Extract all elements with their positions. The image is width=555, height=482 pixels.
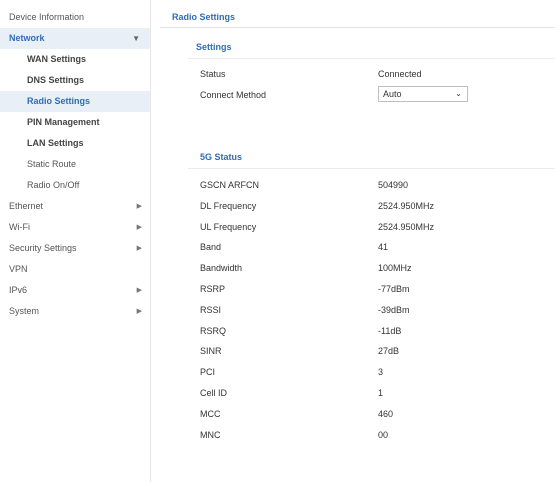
- connect-method-value: Auto: [383, 89, 402, 99]
- row-label: MNC: [200, 429, 221, 440]
- table-row: SINR 27dB: [200, 343, 555, 359]
- row-label: GSCN ARFCN: [200, 180, 260, 190]
- sidebar-item-label: DNS Settings: [27, 75, 85, 85]
- status-label: Status: [200, 69, 226, 79]
- sidebar-item-wifi[interactable]: Wi-Fi ▶: [0, 217, 150, 238]
- sidebar-item-device-information[interactable]: Device Information: [0, 7, 150, 28]
- row-label: Band: [200, 242, 222, 253]
- chevron-right-icon: ▶: [136, 245, 142, 252]
- chevron-right-icon: ▶: [136, 287, 142, 294]
- divider: [188, 168, 555, 169]
- status-value: Connected: [378, 69, 422, 79]
- chevron-right-icon: ▶: [136, 308, 142, 315]
- chevron-right-icon: ▶: [136, 224, 142, 231]
- table-row: RSRP -77dBm: [200, 281, 555, 297]
- sidebar-item-label: Device Information: [9, 12, 85, 22]
- row-label: RSRP: [200, 284, 226, 294]
- divider: [160, 27, 555, 28]
- row-value: 1: [378, 388, 384, 398]
- connect-method-label: Connect Method: [200, 90, 267, 100]
- sidebar-item-radio-settings[interactable]: Radio Settings: [0, 91, 150, 112]
- sidebar-item-label: LAN Settings: [27, 138, 84, 148]
- sidebar-item-system[interactable]: System ▶: [0, 301, 150, 322]
- sidebar-item-wan-settings[interactable]: WAN Settings: [0, 49, 150, 70]
- row-value: 41: [378, 242, 389, 253]
- row-value: 00: [378, 429, 389, 440]
- table-row: GSCN ARFCN 504990: [200, 177, 555, 193]
- row-value: 3: [378, 367, 384, 378]
- row-value: 2524.950MHz: [378, 221, 435, 232]
- sidebar-item-network[interactable]: Network ▼: [0, 28, 150, 49]
- sidebar-item-label: PIN Management: [27, 117, 100, 127]
- connect-method-select[interactable]: Auto ⌄: [378, 86, 468, 102]
- row-label: MCC: [200, 408, 221, 419]
- sidebar-item-label: IPv6: [9, 285, 28, 295]
- sidebar-item-label: Radio On/Off: [27, 180, 80, 190]
- chevron-right-icon: ▶: [136, 203, 142, 210]
- sidebar-item-label: System: [9, 306, 40, 316]
- main-content: Radio Settings Settings Status Connected…: [160, 0, 555, 482]
- sidebar-item-radio-on-off[interactable]: Radio On/Off: [0, 175, 150, 196]
- row-label: SINR: [200, 346, 222, 357]
- sidebar-item-vpn[interactable]: VPN: [0, 259, 150, 280]
- sidebar: Device Information Network ▼ WAN Settings…: [0, 0, 151, 482]
- divider: [188, 58, 555, 59]
- row-value: 100MHz: [378, 263, 412, 274]
- chevron-down-icon: ▼: [132, 34, 140, 43]
- table-row: RSSI -39dBm: [200, 302, 555, 318]
- page-title: Radio Settings: [172, 12, 236, 22]
- table-row: UL Frequency 2524.950MHz: [200, 219, 555, 235]
- row-value: -11dB: [378, 325, 402, 336]
- sidebar-item-label: Ethernet: [9, 201, 44, 211]
- table-row: Bandwidth 100MHz: [200, 260, 555, 276]
- sidebar-item-label: Static Route: [27, 159, 77, 169]
- row-value: 460: [378, 408, 394, 419]
- row-label: PCI: [200, 367, 216, 378]
- table-row: MCC 460: [200, 406, 555, 422]
- table-row: DL Frequency 2524.950MHz: [200, 198, 555, 214]
- sidebar-item-label: VPN: [9, 264, 28, 274]
- table-row: Band 41: [200, 239, 555, 255]
- sidebar-item-ipv6[interactable]: IPv6 ▶: [0, 280, 150, 301]
- sidebar-item-ethernet[interactable]: Ethernet ▶: [0, 196, 150, 217]
- row-label: UL Frequency: [200, 221, 257, 232]
- row-label: RSRQ: [200, 325, 227, 336]
- status-row: Status Connected: [200, 66, 555, 82]
- row-value: 2524.950MHz: [378, 200, 435, 211]
- sidebar-item-label: WAN Settings: [27, 54, 87, 64]
- settings-section-title: Settings: [196, 42, 232, 52]
- table-row: RSRQ -11dB: [200, 323, 555, 339]
- row-value: 27dB: [378, 346, 400, 357]
- row-value: 504990: [378, 180, 409, 190]
- connect-method-row: Connect Method Auto ⌄: [200, 86, 555, 103]
- row-value: -77dBm: [378, 284, 410, 294]
- table-row: MNC 00: [200, 427, 555, 443]
- chevron-down-icon: ⌄: [455, 89, 462, 98]
- row-value: -39dBm: [378, 304, 410, 315]
- sidebar-item-label: Radio Settings: [27, 96, 91, 106]
- sidebar-item-security-settings[interactable]: Security Settings ▶: [0, 238, 150, 259]
- row-label: RSSI: [200, 304, 222, 315]
- sidebar-item-label: Security Settings: [9, 243, 77, 253]
- sidebar-item-lan-settings[interactable]: LAN Settings: [0, 133, 150, 154]
- sidebar-item-pin-management[interactable]: PIN Management: [0, 112, 150, 133]
- row-label: Bandwidth: [200, 263, 243, 274]
- row-label: DL Frequency: [200, 200, 257, 211]
- sidebar-item-label: Network: [9, 33, 45, 43]
- 5g-status-section-title: 5G Status: [200, 152, 243, 162]
- table-row: PCI 3: [200, 364, 555, 380]
- table-row: Cell ID 1: [200, 385, 555, 401]
- sidebar-item-static-route[interactable]: Static Route: [0, 154, 150, 175]
- sidebar-item-dns-settings[interactable]: DNS Settings: [0, 70, 150, 91]
- sidebar-item-label: Wi-Fi: [9, 222, 30, 232]
- row-label: Cell ID: [200, 388, 228, 398]
